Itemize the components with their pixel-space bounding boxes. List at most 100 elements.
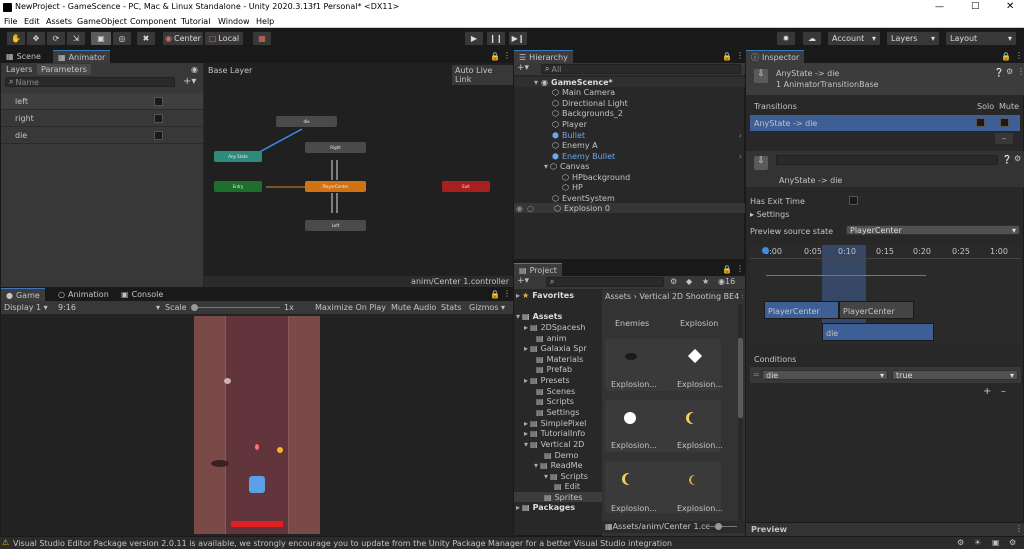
- filter-type-icon[interactable]: ⚙: [670, 277, 677, 286]
- hierarchy-item[interactable]: ▾ ◉ GameScence*: [514, 77, 746, 87]
- help-icon[interactable]: ❔: [1002, 155, 1012, 164]
- tab-animator[interactable]: ▦ Animator: [53, 50, 111, 63]
- condition-param-dropdown[interactable]: die ▾: [762, 370, 888, 380]
- condition-value-dropdown[interactable]: true ▾: [892, 370, 1018, 380]
- asset-tile[interactable]: Explosion... Explosion...: [605, 461, 723, 513]
- lock-icon[interactable]: 🔒: [490, 290, 500, 299]
- favorites-item[interactable]: ▸ ★ Favorites: [516, 290, 574, 300]
- transition-name-input[interactable]: [776, 155, 998, 165]
- timeline-bar-source[interactable]: PlayerCenter: [764, 301, 839, 319]
- menu-assets[interactable]: Assets: [46, 17, 72, 26]
- grid-snap-icon[interactable]: ▦: [252, 31, 272, 46]
- network-icon[interactable]: ▣: [992, 538, 1000, 547]
- breadcrumb-assets[interactable]: Assets: [605, 292, 631, 301]
- folder-item[interactable]: ▸ ▤ TutorialInfo: [524, 428, 585, 438]
- folder-item[interactable]: ▤ Edit: [554, 481, 580, 491]
- lock-icon[interactable]: 🔒: [1001, 52, 1011, 61]
- has-exit-time-checkbox[interactable]: [849, 196, 858, 205]
- maximize-on-play-toggle[interactable]: Maximize On Play: [315, 303, 386, 312]
- pick-icon[interactable]: ○: [527, 204, 534, 213]
- state-node-entry[interactable]: Entry: [214, 181, 262, 192]
- more-menu-icon[interactable]: ⋮: [503, 51, 511, 60]
- tab-project[interactable]: ▤ Project: [514, 263, 562, 276]
- timeline-playhead[interactable]: [762, 247, 769, 254]
- tab-inspector[interactable]: ⓘ Inspector: [746, 50, 805, 63]
- remove-condition-button[interactable]: –: [1001, 386, 1006, 397]
- hierarchy-item[interactable]: ⬡ Player: [552, 119, 587, 129]
- add-parameter-button[interactable]: +▾: [183, 76, 196, 87]
- settings-foldout[interactable]: ▸ Settings: [750, 210, 789, 219]
- scale-slider-thumb[interactable]: [191, 304, 198, 311]
- asset-tile[interactable]: Explosion... Explosion...: [605, 339, 723, 391]
- lock-icon[interactable]: 🔒: [722, 265, 732, 274]
- debug-icon[interactable]: ⚙: [957, 538, 964, 547]
- menu-edit[interactable]: Edit: [24, 17, 40, 26]
- transform-tool-icon[interactable]: ◎: [112, 31, 132, 46]
- folder-item[interactable]: ▾ ▤ Vertical 2D: [524, 439, 584, 449]
- folder-item[interactable]: ▤ Scripts: [536, 396, 574, 406]
- state-node-left[interactable]: Left: [305, 220, 366, 231]
- folder-item[interactable]: ▤ Materials: [536, 354, 583, 364]
- filter-label-icon[interactable]: ◆: [686, 277, 692, 286]
- animator-graph[interactable]: Base Layer Auto Live Link die Right Any …: [204, 63, 513, 276]
- pause-button[interactable]: ❙❙: [486, 31, 506, 46]
- game-viewport[interactable]: [1, 314, 514, 536]
- parameter-row-right[interactable]: right: [1, 110, 203, 127]
- folder-item[interactable]: ▸ ▤ Galaxia Spr: [524, 343, 587, 353]
- layers-dropdown[interactable]: Layers ▾: [886, 31, 940, 46]
- hierarchy-item[interactable]: ◉ ○ ⬡ Explosion 0: [514, 203, 746, 213]
- aspect-dropdown[interactable]: 9:16 ▾: [58, 303, 160, 312]
- more-menu-icon[interactable]: ⋮: [1015, 51, 1023, 60]
- preview-source-dropdown[interactable]: PlayerCenter ▾: [846, 225, 1020, 235]
- display-dropdown[interactable]: Display 1 ▾: [4, 303, 48, 312]
- help-icon[interactable]: ❔: [994, 68, 1004, 77]
- folder-item[interactable]: ▤ Scenes: [536, 386, 575, 396]
- asset-tile[interactable]: Explosion... Explosion...: [605, 400, 723, 452]
- create-asset-button[interactable]: +▾: [517, 276, 529, 286]
- rect-tool-icon[interactable]: ▣: [90, 31, 112, 46]
- hierarchy-item[interactable]: ⬡ HPbackground: [562, 172, 630, 182]
- hierarchy-item[interactable]: ⬡ HP: [562, 182, 583, 192]
- eye-icon[interactable]: ◉: [191, 65, 198, 74]
- more-menu-icon[interactable]: ⋮: [1017, 67, 1024, 76]
- parameter-bool-checkbox[interactable]: [154, 97, 163, 106]
- tab-parameters[interactable]: Parameters: [37, 64, 91, 75]
- maximize-button[interactable]: □: [971, 1, 980, 11]
- move-tool-icon[interactable]: ✥: [26, 31, 46, 46]
- folder-item[interactable]: ▤ Prefab: [536, 364, 572, 374]
- state-node-player-center[interactable]: PlayerCenter: [305, 181, 366, 192]
- hierarchy-item[interactable]: ⬡ Enemy A: [552, 140, 598, 150]
- transition-list-item[interactable]: AnyState -> die: [750, 115, 1020, 131]
- icon-size-thumb[interactable]: [715, 523, 722, 530]
- hierarchy-item[interactable]: ⬢ Bullet ›: [552, 130, 746, 140]
- pivot-center-button[interactable]: ◉ Center: [162, 31, 204, 46]
- packages-root-item[interactable]: ▸ ▤ Packages: [516, 502, 575, 512]
- remove-transition-button[interactable]: –: [995, 133, 1013, 144]
- project-scrollbar[interactable]: [738, 304, 743, 524]
- state-node-exit[interactable]: Exit: [442, 181, 490, 192]
- breadcrumb-folder[interactable]: Vertical 2D Shooting BE4: [639, 292, 739, 301]
- mute-checkbox[interactable]: [1000, 118, 1009, 127]
- timeline-bar-destination[interactable]: die: [822, 323, 934, 341]
- scale-slider[interactable]: [192, 307, 280, 308]
- folder-item[interactable]: ▸ ▤ Presets: [524, 375, 570, 385]
- folder-item[interactable]: ▤ anim: [536, 333, 567, 343]
- hierarchy-item[interactable]: ⬡ Directional Light: [552, 98, 628, 108]
- solo-checkbox[interactable]: [976, 118, 985, 127]
- favorite-icon[interactable]: ★: [702, 277, 709, 286]
- hierarchy-item[interactable]: ⬡ Backgrounds_2: [552, 108, 623, 118]
- visibility-eye-icon[interactable]: ◉: [516, 204, 523, 213]
- hand-tool-icon[interactable]: ✋: [6, 31, 26, 46]
- folder-item[interactable]: ▤ Settings: [536, 407, 579, 417]
- close-button[interactable]: ✕: [1006, 1, 1014, 12]
- tab-console[interactable]: ▣ Console: [116, 288, 168, 301]
- drag-handle-icon[interactable]: =: [753, 370, 760, 379]
- menu-help[interactable]: Help: [256, 17, 274, 26]
- parameter-row-die[interactable]: die: [1, 127, 203, 144]
- account-dropdown[interactable]: Account ▾: [827, 31, 881, 46]
- hierarchy-search-input[interactable]: ⌕ All: [541, 64, 741, 74]
- tab-layers[interactable]: Layers: [6, 65, 32, 74]
- gizmos-dropdown[interactable]: Gizmos ▾: [469, 303, 505, 312]
- stats-toggle[interactable]: Stats: [441, 303, 461, 312]
- asset-tile[interactable]: Enemies Explosion: [605, 310, 721, 330]
